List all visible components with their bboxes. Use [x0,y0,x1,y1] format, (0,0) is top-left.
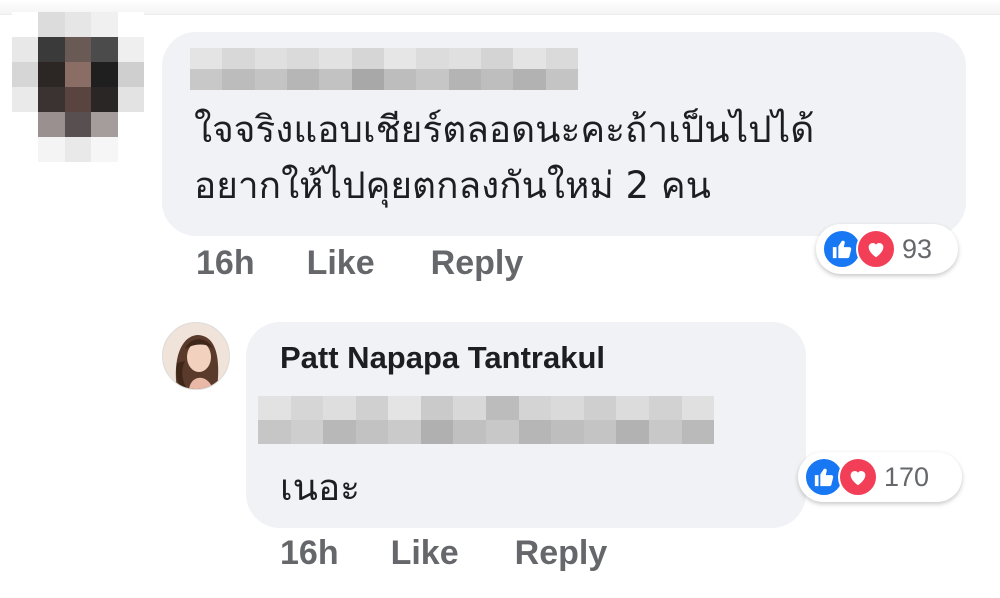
reply-author-avatar[interactable] [162,322,230,390]
reaction-count: 93 [902,233,933,264]
comment-thread: ใจจริงแอบเชียร์ตลอดนะคะถ้าเป็นไปได้อยากใ… [0,0,1000,598]
reaction-summary[interactable]: 93 [816,224,958,274]
commenter-name-blurred[interactable] [190,48,578,90]
comment-line-2: อยากให้ไปคุยตกลงกันใหม่ 2 คน [194,164,711,207]
love-icon [838,457,878,497]
reply-button[interactable]: Reply [515,534,608,573]
like-button[interactable]: Like [307,244,375,283]
reply-timestamp[interactable]: 16h [280,534,339,573]
comment-line-1: ใจจริงแอบเชียร์ตลอดนะคะถ้าเป็นไปได้ [194,108,815,151]
reply-reaction-summary[interactable]: 170 [798,452,962,502]
reply-button[interactable]: Reply [431,244,524,283]
reaction-count: 170 [884,461,930,492]
reply-author-name[interactable]: Patt Napapa Tantrakul [280,340,605,376]
top-divider [0,0,1000,15]
reply-text: เนอะ [280,466,361,509]
comment-text: ใจจริงแอบเชียร์ตลอดนะคะถ้าเป็นไปได้อยากใ… [194,102,954,214]
commenter-avatar[interactable] [12,12,144,162]
love-icon [856,229,896,269]
reply-text-blurred [258,396,715,444]
comment-timestamp[interactable]: 16h [196,244,255,283]
reply-actions: 16h Like Reply [280,534,607,573]
like-button[interactable]: Like [391,534,459,573]
comment-actions: 16h Like Reply [196,244,523,283]
